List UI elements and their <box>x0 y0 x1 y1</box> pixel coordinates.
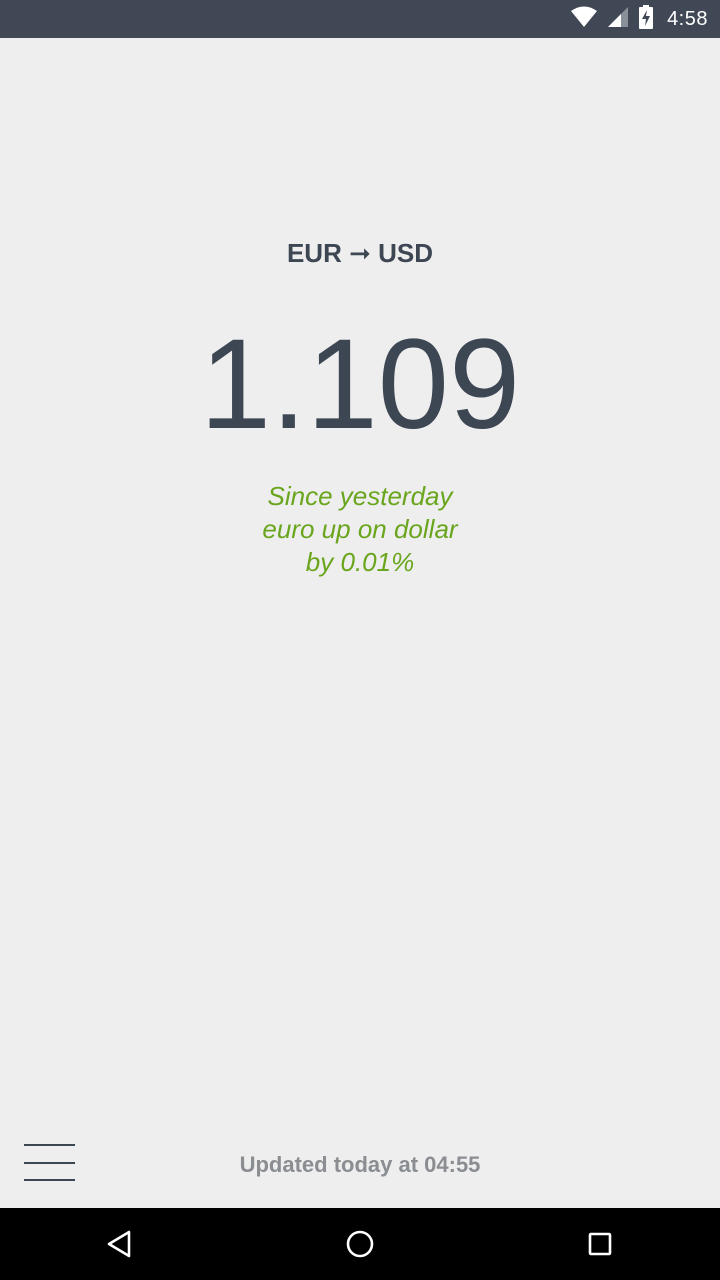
change-line-3: by 0.01% <box>305 547 415 577</box>
change-line-1: Since yesterday <box>267 481 453 511</box>
arrow-right-icon: ➞ <box>349 238 371 268</box>
currency-pair-label: EUR ➞ USD <box>0 238 720 269</box>
status-time: 4:58 <box>667 7 708 30</box>
last-updated-text: Updated today at 04:55 <box>239 1152 481 1177</box>
status-icons: 4:58 <box>571 0 708 38</box>
navigation-bar <box>0 1208 720 1280</box>
from-currency: EUR <box>286 238 342 268</box>
wifi-icon <box>571 6 598 33</box>
to-currency: USD <box>378 238 434 268</box>
status-bar: 4:58 <box>0 0 720 38</box>
back-icon[interactable] <box>100 1224 140 1264</box>
cellular-signal-icon <box>607 6 629 33</box>
exchange-rate-value: 1.109 <box>199 313 521 456</box>
battery-charging-icon <box>639 4 654 34</box>
home-icon[interactable] <box>340 1224 380 1264</box>
change-line-2: euro up on dollar <box>262 514 458 544</box>
recents-icon[interactable] <box>580 1224 620 1264</box>
change-message: Since yesterday euro up on dollar by 0.0… <box>0 480 720 579</box>
